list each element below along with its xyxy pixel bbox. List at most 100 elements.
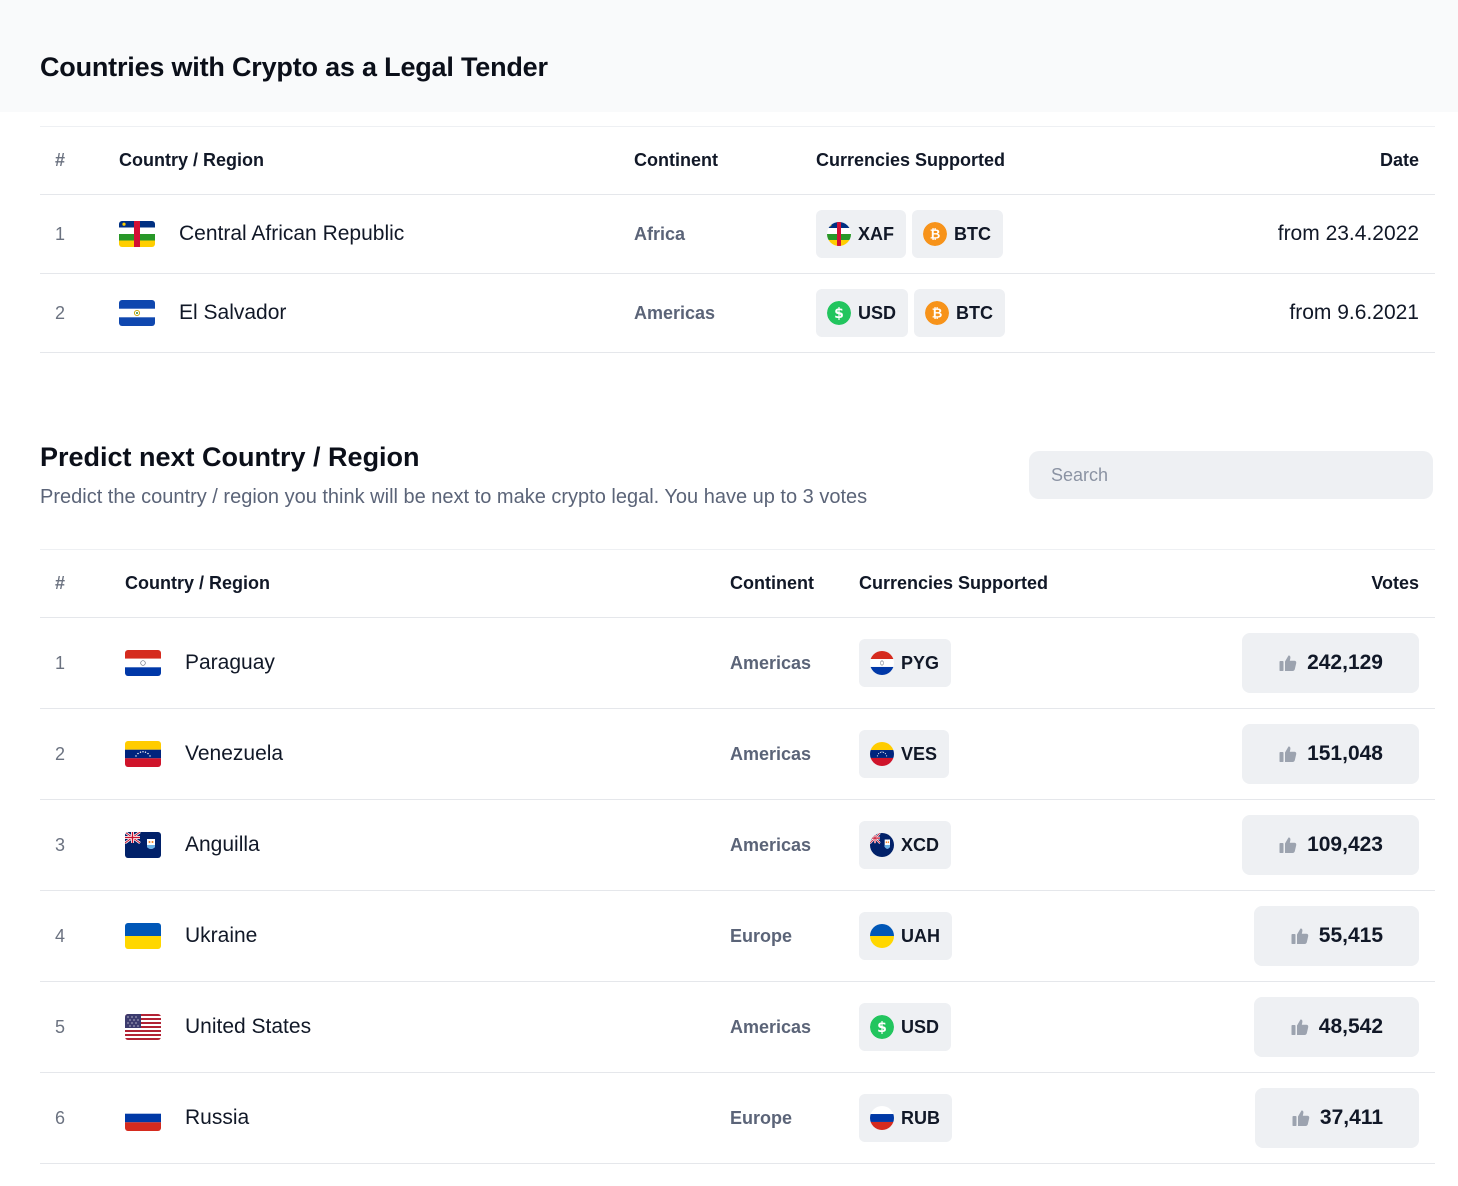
currency-code: USD: [858, 302, 897, 323]
vote-button[interactable]: 109,423: [1242, 815, 1419, 875]
currency-chips: PYG: [859, 639, 1169, 687]
country-link[interactable]: El Salvador: [119, 300, 634, 326]
country-name: Ukraine: [185, 924, 258, 947]
table-row: 4 Ukraine Europe UAH 55,415: [40, 890, 1435, 982]
currency-chip[interactable]: XCD: [859, 821, 952, 869]
country-name: Paraguay: [185, 651, 275, 674]
currency-code: RUB: [901, 1107, 940, 1128]
continent-label: Americas: [730, 617, 859, 709]
column-header-currencies: Currencies Supported: [859, 549, 1169, 618]
column-header-continent[interactable]: Continent: [730, 549, 859, 618]
currencies-cell: UAH: [859, 890, 1169, 982]
currency-chip[interactable]: $ USD: [859, 1003, 952, 1051]
russia-flag: [125, 1105, 161, 1131]
votes-cell: 109,423: [1169, 799, 1435, 891]
vote-count: 242,129: [1307, 651, 1383, 674]
vote-count: 55,415: [1318, 924, 1383, 947]
page-title: Countries with Crypto as a Legal Tender: [40, 52, 548, 82]
thumbs-up-icon: [1278, 744, 1298, 764]
paraguay-flag-icon: [870, 651, 894, 675]
anguilla-flag: [125, 832, 161, 858]
united-states-flag: [125, 1014, 161, 1040]
column-header-continent[interactable]: Continent: [634, 126, 816, 195]
table-row: 1 Central African Republic Africa XAF ₿ BTC fr…: [40, 194, 1435, 274]
column-header-rank: #: [40, 126, 119, 195]
currency-chip[interactable]: RUB: [859, 1094, 952, 1142]
country-link[interactable]: Venezuela: [125, 741, 730, 767]
predict-table: # Country / Region Continent Currencies …: [40, 549, 1435, 1164]
currency-chip[interactable]: XAF: [816, 210, 906, 258]
thumbs-up-icon: [1290, 1017, 1310, 1037]
country-cell: Ukraine: [125, 890, 730, 982]
vote-button[interactable]: 242,129: [1242, 633, 1419, 693]
vote-count: 151,048: [1307, 742, 1383, 765]
country-cell: Anguilla: [125, 799, 730, 891]
country-link[interactable]: Central African Republic: [119, 221, 634, 247]
rank-number: 1: [40, 617, 125, 709]
currency-chip[interactable]: UAH: [859, 912, 952, 960]
russia-flag-icon: [870, 1106, 894, 1130]
country-name: Anguilla: [185, 833, 260, 856]
bitcoin-icon: ₿: [925, 301, 950, 325]
currency-chip[interactable]: ₿ BTC: [912, 210, 1003, 258]
currency-code: BTC: [956, 302, 994, 323]
column-header-currencies: Currencies Supported: [816, 126, 1146, 195]
country-link[interactable]: Ukraine: [125, 923, 730, 949]
paraguay-flag: [125, 650, 161, 676]
country-link[interactable]: Anguilla: [125, 832, 730, 858]
continent-label: Americas: [634, 273, 816, 353]
currencies-cell: VES: [859, 708, 1169, 800]
search-input[interactable]: [1029, 451, 1433, 499]
section-subtitle: Predict the country / region you think w…: [40, 486, 868, 508]
country-cell: United States: [125, 981, 730, 1073]
section-title: Predict next Country / Region: [40, 442, 420, 472]
currency-code: XAF: [858, 223, 894, 244]
vote-button[interactable]: 37,411: [1254, 1088, 1419, 1148]
country-name: United States: [185, 1015, 312, 1038]
continent-label: Africa: [634, 194, 816, 274]
legal-tender-table: # Country / Region Continent Currencies …: [40, 126, 1435, 353]
column-header-country[interactable]: Country / Region: [125, 549, 730, 618]
rank-number: 4: [40, 890, 125, 982]
column-header-date[interactable]: Date: [1146, 126, 1435, 195]
currency-chips: VES: [859, 730, 1169, 778]
currency-chip[interactable]: VES: [859, 730, 950, 778]
country-link[interactable]: Russia: [125, 1105, 730, 1131]
country-link[interactable]: United States: [125, 1014, 730, 1040]
currency-chip[interactable]: $ USD: [816, 289, 909, 337]
vote-count: 48,542: [1318, 1015, 1383, 1038]
table-header-row: # Country / Region Continent Currencies …: [40, 549, 1435, 618]
thumbs-up-icon: [1278, 835, 1298, 855]
currency-chips: $ USD ₿ BTC: [816, 289, 1146, 337]
currencies-cell: RUB: [859, 1072, 1169, 1164]
rank-number: 5: [40, 981, 125, 1073]
currencies-cell: XAF ₿ BTC: [816, 194, 1146, 274]
svg-text:₿: ₿: [932, 307, 943, 322]
vote-button[interactable]: 151,048: [1242, 724, 1419, 784]
country-link[interactable]: Paraguay: [125, 650, 730, 676]
vote-button[interactable]: 55,415: [1253, 906, 1419, 966]
vote-button[interactable]: 48,542: [1253, 997, 1419, 1057]
currency-chip[interactable]: ₿ BTC: [914, 289, 1006, 337]
date-value: from 23.4.2022: [1146, 194, 1435, 274]
country-cell: Venezuela: [125, 708, 730, 800]
table-row: 1 Paraguay Americas PYG 242,129: [40, 617, 1435, 709]
continent-label: Europe: [730, 1072, 859, 1164]
rank-number: 1: [40, 194, 119, 274]
table-row: 3 Anguilla Americas XCD 109,423: [40, 799, 1435, 891]
thumbs-up-icon: [1291, 1108, 1311, 1128]
currency-chips: XCD: [859, 821, 1169, 869]
vote-count: 109,423: [1307, 833, 1383, 856]
central-african-republic-flag-icon: [827, 222, 851, 246]
currency-chips: UAH: [859, 912, 1169, 960]
column-header-votes[interactable]: Votes: [1169, 549, 1435, 618]
votes-cell: 151,048: [1169, 708, 1435, 800]
currency-chip[interactable]: PYG: [859, 639, 952, 687]
column-header-country[interactable]: Country / Region: [119, 126, 634, 195]
continent-label: Americas: [730, 799, 859, 891]
thumbs-up-icon: [1290, 926, 1310, 946]
thumbs-up-icon: [1278, 653, 1298, 673]
currencies-cell: XCD: [859, 799, 1169, 891]
currency-code: USD: [901, 1016, 940, 1037]
anguilla-flag-icon: [870, 833, 894, 857]
